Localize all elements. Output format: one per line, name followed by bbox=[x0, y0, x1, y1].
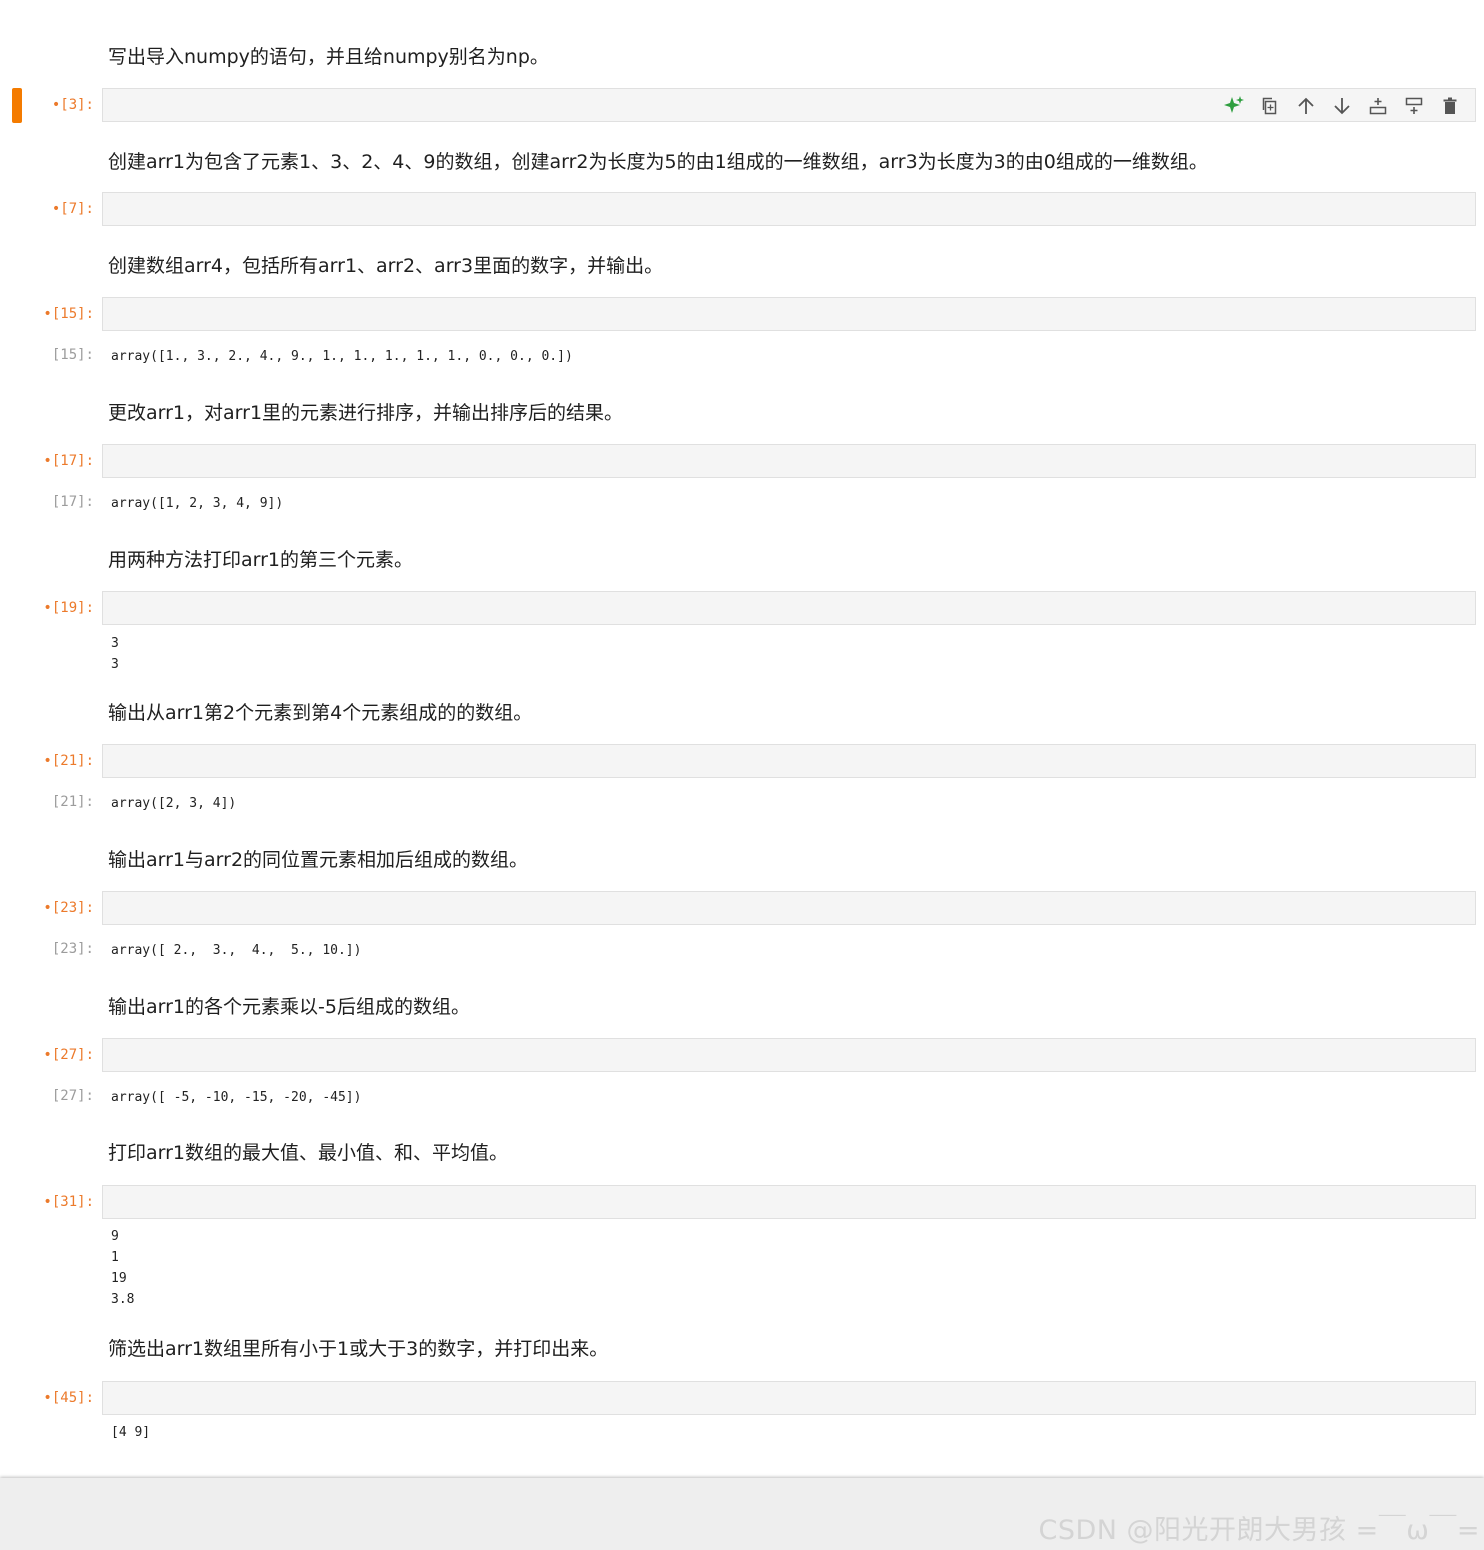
code-cell-input[interactable] bbox=[102, 591, 1476, 625]
markdown-cell: 筛选出arr1数组里所有小于1或大于3的数字，并打印出来。 bbox=[108, 1338, 609, 1360]
input-prompt: •[45]: bbox=[43, 1390, 94, 1406]
code-cell-input[interactable] bbox=[102, 192, 1476, 226]
input-prompt: •[17]: bbox=[43, 453, 94, 469]
markdown-cell: 创建arr1为包含了元素1、3、2、4、9的数组，创建arr2为长度为5的由1组… bbox=[108, 151, 1208, 173]
output-prompt: [17]: bbox=[51, 494, 94, 510]
code-cell-input[interactable] bbox=[102, 891, 1476, 925]
cell-output: array([1., 3., 2., 4., 9., 1., 1., 1., 1… bbox=[111, 349, 573, 364]
code-cell-input[interactable] bbox=[102, 444, 1476, 478]
markdown-cell: 创建数组arr4，包括所有arr1、arr2、arr3里面的数字，并输出。 bbox=[108, 255, 664, 277]
markdown-cell: 用两种方法打印arr1的第三个元素。 bbox=[108, 549, 414, 571]
input-prompt: •[19]: bbox=[43, 600, 94, 616]
output-prompt: [27]: bbox=[51, 1088, 94, 1104]
cell-output: array([1, 2, 3, 4, 9]) bbox=[111, 496, 284, 511]
input-prompt: •[23]: bbox=[43, 900, 94, 916]
input-prompt: •[21]: bbox=[43, 753, 94, 769]
input-prompt: •[27]: bbox=[43, 1047, 94, 1063]
code-cell-input[interactable] bbox=[102, 297, 1476, 331]
code-cell-input[interactable] bbox=[102, 744, 1476, 778]
code-cell-input[interactable] bbox=[102, 1038, 1476, 1072]
input-prompt: •[7]: bbox=[51, 201, 94, 217]
cell-output: 9 1 19 3.8 bbox=[111, 1229, 135, 1307]
insert-below-icon[interactable] bbox=[1403, 95, 1425, 117]
output-prompt: [23]: bbox=[51, 941, 94, 957]
arrow-down-icon[interactable] bbox=[1331, 95, 1353, 117]
sparkle-icon[interactable] bbox=[1223, 95, 1245, 117]
markdown-cell: 写出导入numpy的语句，并且给numpy别名为np。 bbox=[108, 46, 549, 68]
input-prompt: •[31]: bbox=[43, 1194, 94, 1210]
input-prompt: •[15]: bbox=[43, 306, 94, 322]
page-footer: CSDN @阳光开朗大男孩 =￣ω￣= bbox=[0, 1478, 1484, 1550]
cell-output: array([ 2., 3., 4., 5., 10.]) bbox=[111, 943, 362, 958]
input-prompt: •[3]: bbox=[51, 97, 94, 113]
cell-output: array([2, 3, 4]) bbox=[111, 796, 237, 811]
code-cell-input[interactable] bbox=[102, 1185, 1476, 1219]
duplicate-icon[interactable] bbox=[1259, 95, 1281, 117]
markdown-cell: 输出arr1与arr2的同位置元素相加后组成的数组。 bbox=[108, 849, 529, 871]
markdown-cell: 更改arr1，对arr1里的元素进行排序，并输出排序后的结果。 bbox=[108, 402, 624, 424]
cell-toolbar bbox=[1209, 95, 1461, 117]
markdown-cell: 打印arr1数组的最大值、最小值、和、平均值。 bbox=[108, 1142, 509, 1164]
insert-above-icon[interactable] bbox=[1367, 95, 1389, 117]
arrow-up-icon[interactable] bbox=[1295, 95, 1317, 117]
delete-icon[interactable] bbox=[1439, 95, 1461, 117]
code-cell-input[interactable] bbox=[102, 88, 1476, 122]
notebook: 写出导入numpy的语句，并且给numpy别名为np。 •[3]: 创建arr1… bbox=[0, 0, 1484, 1478]
markdown-cell: 输出从arr1第2个元素到第4个元素组成的的数组。 bbox=[108, 702, 533, 724]
output-prompt: [21]: bbox=[51, 794, 94, 810]
cell-output: 3 3 bbox=[111, 636, 119, 672]
markdown-cell: 输出arr1的各个元素乘以-5后组成的数组。 bbox=[108, 996, 470, 1018]
cell-output: array([ -5, -10, -15, -20, -45]) bbox=[111, 1090, 362, 1105]
code-cell-input[interactable] bbox=[102, 1381, 1476, 1415]
output-prompt: [15]: bbox=[51, 347, 94, 363]
watermark: CSDN @阳光开朗大男孩 =￣ω￣= bbox=[1038, 1515, 1480, 1546]
cell-output: [4 9] bbox=[111, 1425, 151, 1440]
